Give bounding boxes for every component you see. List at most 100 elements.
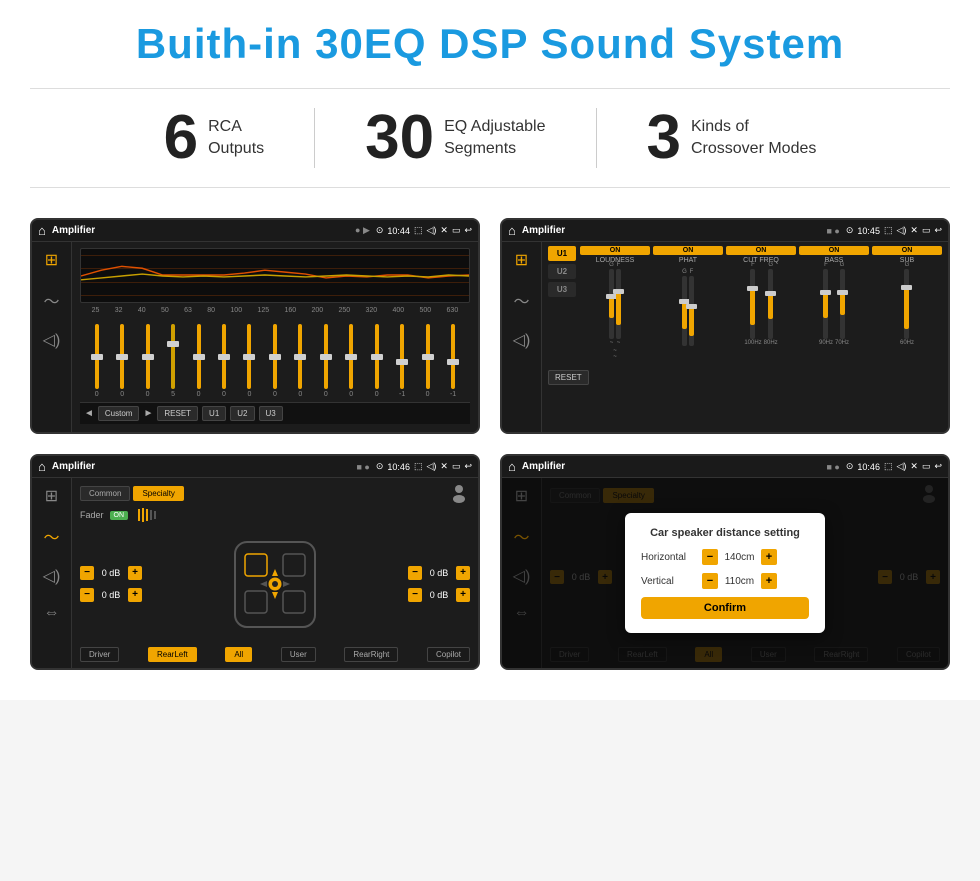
eq-slider-2[interactable]: 0	[140, 324, 156, 398]
status-bar-3: ⌂ Amplifier ■ ● ⊙ 10:46 ⬚ ◁) ✕ ▭ ↩	[32, 456, 478, 478]
sidebar-wave-icon[interactable]: 〜	[43, 288, 59, 312]
screen2-sidebar: ⊞ 〜 ◁)	[502, 242, 542, 432]
status-icons-s4: ■ ●	[827, 462, 840, 472]
stat-item-eq: 30 EQ Adjustable Segments	[315, 107, 595, 169]
eq-slider-0[interactable]: 0	[89, 324, 105, 398]
db-plus-fl[interactable]: +	[128, 566, 142, 580]
eq-slider-12[interactable]: -1	[394, 324, 410, 398]
x-icon-3: ✕	[440, 461, 448, 472]
time-1: 10:44	[387, 226, 410, 236]
eq-slider-3[interactable]: 5	[165, 324, 181, 398]
rect-icon-3: ▭	[452, 461, 461, 472]
confirm-button[interactable]: Confirm	[641, 597, 809, 619]
sidebar-sliders-icon-2[interactable]: ⊞	[515, 250, 528, 270]
stat-number-eq: 30	[365, 107, 434, 169]
sidebar-sliders-icon[interactable]: ⊞	[45, 250, 58, 270]
tab-specialty[interactable]: Specialty	[133, 486, 183, 501]
eq-slider-10[interactable]: 0	[343, 324, 359, 398]
bass-slider-f[interactable]: F 90Hz	[819, 262, 833, 346]
eq-slider-8[interactable]: 0	[292, 324, 308, 398]
eq-slider-11[interactable]: 0	[369, 324, 385, 398]
crossover-reset-btn[interactable]: RESET	[548, 370, 589, 385]
home-icon-3[interactable]: ⌂	[38, 459, 46, 474]
eq-u2-btn[interactable]: U2	[230, 406, 254, 421]
sidebar-sliders-icon-3[interactable]: ⊞	[45, 486, 58, 506]
home-icon-1[interactable]: ⌂	[38, 223, 46, 238]
eq-slider-6[interactable]: 0	[241, 324, 257, 398]
sidebar-wave-icon-2[interactable]: 〜	[513, 288, 529, 312]
loudness-slider-f[interactable]: F ~	[616, 262, 621, 346]
preset-u3[interactable]: U3	[548, 282, 576, 297]
preset-u1[interactable]: U1	[548, 246, 576, 261]
screen-crossover: ⌂ Amplifier ■ ● ⊙ 10:45 ⬚ ◁) ✕ ▭ ↩ ⊞ 〜 ◁…	[500, 218, 950, 434]
loudness-slider-g[interactable]: G ~	[609, 262, 614, 346]
eq-slider-14[interactable]: -1	[445, 324, 461, 398]
btn-driver[interactable]: Driver	[80, 647, 119, 662]
stat-number-crossover: 3	[647, 107, 681, 169]
db-minus-rl[interactable]: −	[80, 588, 94, 602]
eq-slider-9[interactable]: 0	[318, 324, 334, 398]
bass-sliders: F 90Hz G	[819, 266, 849, 346]
sub-toggle[interactable]: ON	[872, 246, 942, 255]
eq-next-arrow[interactable]: ►	[143, 408, 153, 419]
back-icon-4[interactable]: ↩	[934, 461, 942, 472]
sidebar-expand-icon-3[interactable]: ⇔	[44, 604, 60, 622]
bass-toggle[interactable]: ON	[799, 246, 869, 255]
rect-icon-4: ▭	[922, 461, 931, 472]
eq-slider-1[interactable]: 0	[114, 324, 130, 398]
bass-slider-g[interactable]: G 70Hz	[835, 262, 849, 346]
screen2-title: Amplifier	[522, 225, 821, 236]
cutfreq-slider-f[interactable]: F 100Hz	[744, 262, 761, 346]
back-icon-3[interactable]: ↩	[464, 461, 472, 472]
eq-u1-btn[interactable]: U1	[202, 406, 226, 421]
cam-icon-1: ⬚	[414, 225, 423, 236]
btn-rearright[interactable]: RearRight	[344, 647, 398, 662]
horizontal-plus-btn[interactable]: +	[761, 549, 777, 565]
btn-rearleft[interactable]: RearLeft	[148, 647, 197, 662]
sidebar-vol-icon[interactable]: ◁)	[43, 330, 61, 350]
phat-toggle[interactable]: ON	[653, 246, 723, 255]
status-dot-1: ● ▶	[355, 225, 370, 236]
channel-loudness: ON LOUDNESS G ~	[580, 246, 650, 360]
vertical-minus-btn[interactable]: −	[702, 573, 718, 589]
home-icon-2[interactable]: ⌂	[508, 223, 516, 238]
eq-slider-5[interactable]: 0	[216, 324, 232, 398]
eq-reset-btn[interactable]: RESET	[157, 406, 198, 421]
vertical-plus-btn[interactable]: +	[761, 573, 777, 589]
db-minus-fr[interactable]: −	[408, 566, 422, 580]
eq-prev-arrow[interactable]: ◄	[84, 408, 94, 419]
btn-all[interactable]: All	[225, 647, 252, 662]
stat-number-rca: 6	[164, 107, 198, 169]
eq-slider-13[interactable]: 0	[420, 324, 436, 398]
sub-slider-g[interactable]: G 60Hz	[900, 262, 914, 346]
home-icon-4[interactable]: ⌂	[508, 459, 516, 474]
cutfreq-toggle[interactable]: ON	[726, 246, 796, 255]
sidebar-vol-icon-3[interactable]: ◁)	[43, 566, 61, 586]
eq-graph	[80, 248, 470, 303]
eq-u3-btn[interactable]: U3	[259, 406, 283, 421]
db-minus-fl[interactable]: −	[80, 566, 94, 580]
fader-slider-row[interactable]	[138, 508, 156, 522]
btn-copilot[interactable]: Copilot	[427, 647, 470, 662]
screen4-title: Amplifier	[522, 461, 821, 472]
sidebar-wave-icon-3[interactable]: 〜	[43, 524, 59, 548]
eq-slider-7[interactable]: 0	[267, 324, 283, 398]
vol-icon-1: ◁)	[426, 225, 436, 236]
btn-user[interactable]: User	[281, 647, 316, 662]
eq-custom-btn[interactable]: Custom	[98, 406, 140, 421]
phat-slider-f[interactable]: F	[689, 269, 694, 346]
back-icon-2[interactable]: ↩	[934, 225, 942, 236]
horizontal-minus-btn[interactable]: −	[702, 549, 718, 565]
sidebar-vol-icon-2[interactable]: ◁)	[513, 330, 531, 350]
phat-label: PHAT	[679, 257, 697, 264]
cutfreq-slider-g[interactable]: G 80Hz	[764, 262, 778, 346]
db-plus-fr[interactable]: +	[456, 566, 470, 580]
eq-slider-4[interactable]: 0	[191, 324, 207, 398]
preset-u2[interactable]: U2	[548, 264, 576, 279]
back-icon-1[interactable]: ↩	[464, 225, 472, 236]
loudness-toggle[interactable]: ON	[580, 246, 650, 255]
db-plus-rl[interactable]: +	[128, 588, 142, 602]
tab-common[interactable]: Common	[80, 486, 130, 501]
db-minus-rr[interactable]: −	[408, 588, 422, 602]
db-plus-rr[interactable]: +	[456, 588, 470, 602]
